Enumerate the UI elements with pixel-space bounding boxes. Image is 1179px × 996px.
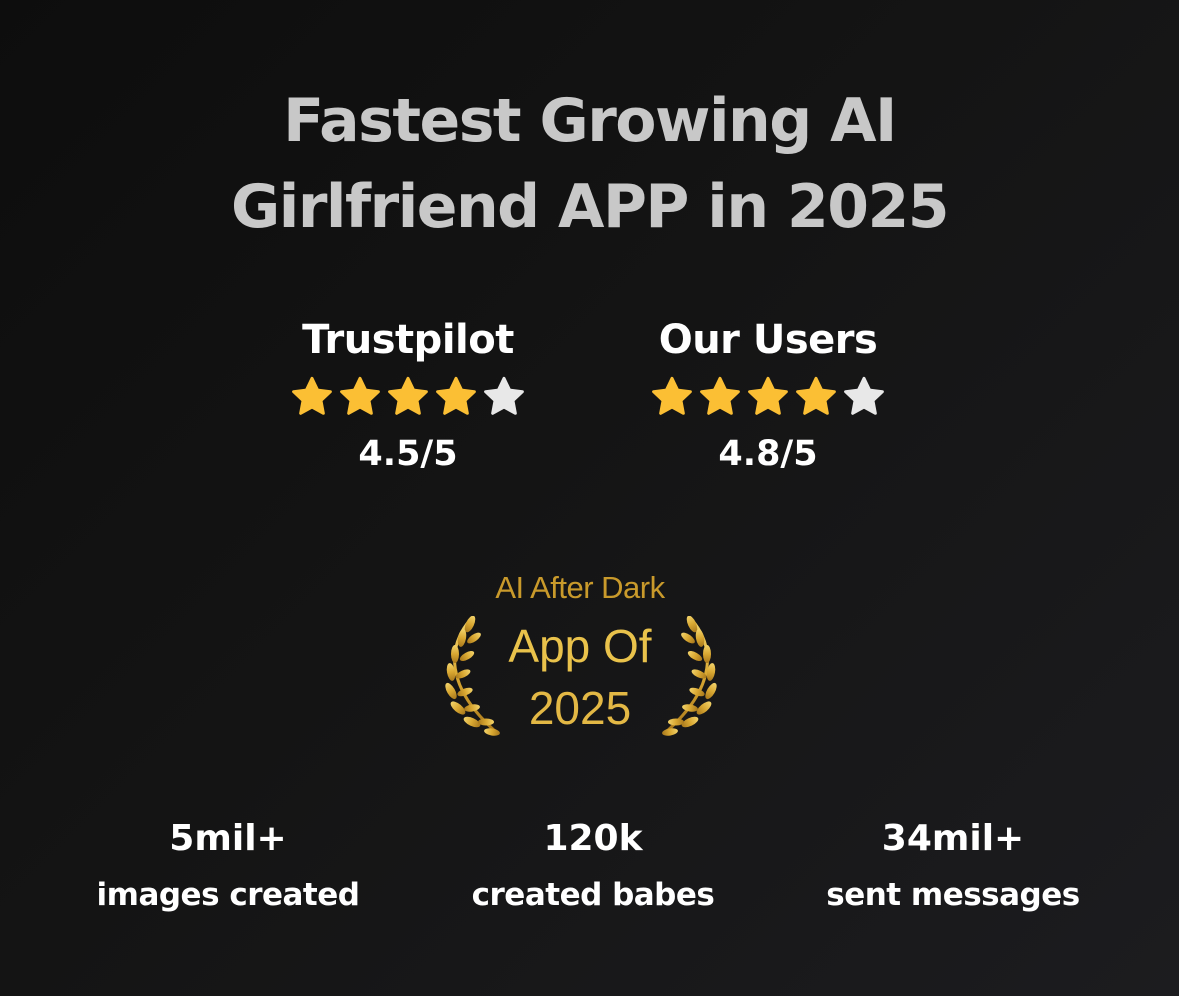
rating-source-name: Trustpilot	[302, 317, 514, 363]
users-rating: Our Users 4.8/5	[618, 310, 918, 479]
stat-value: 34mil+	[881, 818, 1025, 859]
rating-stars	[618, 375, 918, 419]
star-icon	[388, 376, 428, 415]
rating-source-name: Our Users	[658, 317, 878, 363]
rating-score: 4.5/5	[358, 434, 458, 474]
rating-stars	[258, 375, 558, 419]
headline-line-1: Fastest Growing AI	[283, 86, 897, 156]
headline: Fastest Growing AI Girlfriend APP in 202…	[0, 78, 1179, 250]
star-icon	[748, 376, 788, 415]
star-icon	[340, 376, 380, 415]
stat-created-babes: 120k created babes	[413, 812, 773, 918]
star-empty-icon	[484, 376, 524, 415]
star-icon	[292, 376, 332, 415]
star-empty-icon	[844, 376, 884, 415]
stat-label: images created	[96, 877, 360, 913]
star-icon	[700, 376, 740, 415]
stat-value: 5mil+	[169, 818, 287, 859]
award-organization: AI After Dark	[495, 570, 665, 605]
laurel-wreath-icon	[662, 616, 717, 736]
star-icon	[652, 376, 692, 415]
stat-label: created babes	[471, 877, 715, 913]
rating-score: 4.8/5	[718, 434, 818, 474]
headline-line-2: Girlfriend APP in 2025	[231, 172, 949, 242]
stat-value: 120k	[543, 818, 643, 859]
stat-sent-messages: 34mil+ sent messages	[773, 812, 1133, 918]
stat-label: sent messages	[826, 877, 1080, 913]
star-icon	[796, 376, 836, 415]
award-badge: AI After Dark App Of 2025	[420, 566, 740, 746]
stat-images-created: 5mil+ images created	[48, 812, 408, 918]
star-icon	[436, 376, 476, 415]
trustpilot-rating: Trustpilot 4.5/5	[258, 310, 558, 479]
